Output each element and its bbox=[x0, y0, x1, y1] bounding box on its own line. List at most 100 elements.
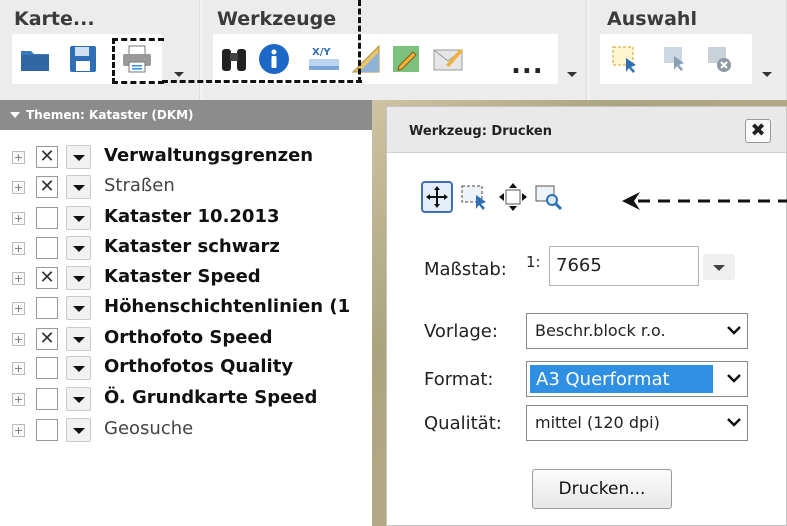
pan-arrows-icon[interactable] bbox=[497, 181, 529, 213]
group-title-auswahl: Auswahl bbox=[607, 8, 697, 30]
binoculars-icon[interactable] bbox=[217, 42, 251, 76]
werkzeuge-dropdown-caret[interactable] bbox=[567, 72, 577, 77]
layer-checkbox[interactable]: ✕ bbox=[36, 267, 58, 289]
layer-menu-button[interactable] bbox=[66, 236, 91, 260]
layer-row: + ✕ Kataster Speed bbox=[0, 263, 372, 293]
layer-checkbox[interactable]: ✕ bbox=[36, 328, 58, 350]
expand-icon[interactable]: + bbox=[12, 424, 25, 437]
layer-label: Kataster 10.2013 bbox=[104, 206, 280, 227]
template-select[interactable]: Beschr.block r.o. bbox=[526, 313, 748, 349]
more-tools-button[interactable]: ... bbox=[511, 50, 544, 80]
dialog-title: Werkzeug: Drucken bbox=[409, 124, 552, 139]
layer-label: Kataster schwarz bbox=[104, 236, 280, 257]
expand-icon[interactable]: + bbox=[12, 242, 25, 255]
expand-icon[interactable]: + bbox=[12, 302, 25, 315]
template-select-value: Beschr.block r.o. bbox=[535, 321, 666, 340]
edit-icon[interactable] bbox=[389, 42, 423, 76]
scale-dropdown-button[interactable] bbox=[703, 254, 735, 280]
coordinates-icon[interactable]: X/Y bbox=[307, 42, 341, 76]
dialog-header[interactable]: Werkzeug: Drucken ✖ bbox=[387, 107, 786, 153]
expand-icon[interactable]: + bbox=[12, 393, 25, 406]
select-rectangle-icon[interactable] bbox=[608, 42, 642, 76]
layer-checkbox[interactable] bbox=[36, 419, 58, 441]
layer-menu-button[interactable] bbox=[66, 418, 91, 442]
annotation-dashed-vertical bbox=[358, 0, 361, 83]
toolbar-group-werkzeuge: Werkzeuge X/Y ... bbox=[203, 0, 587, 100]
expand-icon[interactable]: + bbox=[12, 333, 25, 346]
layer-checkbox[interactable] bbox=[36, 297, 58, 319]
clear-selection-icon[interactable] bbox=[702, 42, 736, 76]
layer-menu-button[interactable] bbox=[66, 356, 91, 380]
layer-label: Höhenschichtenlinien (1 bbox=[104, 296, 351, 317]
layer-menu-button[interactable] bbox=[66, 387, 91, 411]
layer-checkbox[interactable] bbox=[36, 207, 58, 229]
group-title-karte: Karte... bbox=[14, 8, 95, 30]
themes-panel-title: Themen: Kataster (DKM) bbox=[26, 108, 194, 122]
karte-dropdown-caret[interactable] bbox=[174, 72, 184, 77]
layer-row: + Geosuche bbox=[0, 415, 372, 445]
zoom-rectangle-icon[interactable] bbox=[533, 181, 565, 213]
layer-list: + ✕ Verwaltungsgrenzen + ✕ Straßen + Kat… bbox=[0, 130, 372, 526]
layer-label: Kataster Speed bbox=[104, 266, 261, 287]
format-label: Format: bbox=[424, 369, 494, 390]
layer-checkbox[interactable] bbox=[36, 237, 58, 259]
scale-input[interactable]: 7665 bbox=[549, 246, 699, 286]
layer-row: + Kataster 10.2013 bbox=[0, 203, 372, 233]
layer-checkbox[interactable]: ✕ bbox=[36, 176, 58, 198]
scale-label: Maßstab: bbox=[424, 259, 507, 280]
layer-menu-button[interactable] bbox=[66, 145, 91, 169]
layer-menu-button[interactable] bbox=[66, 327, 91, 351]
close-button[interactable]: ✖ bbox=[745, 119, 771, 143]
expand-icon[interactable]: + bbox=[12, 181, 25, 194]
template-label: Vorlage: bbox=[424, 321, 498, 342]
group-title-werkzeuge: Werkzeuge bbox=[217, 8, 337, 30]
folder-icon[interactable] bbox=[18, 42, 52, 76]
scale-prefix: 1: bbox=[526, 253, 541, 271]
save-icon[interactable] bbox=[66, 42, 100, 76]
layer-menu-button[interactable] bbox=[66, 206, 91, 230]
expand-icon[interactable]: + bbox=[12, 151, 25, 164]
print-tool-dialog: Werkzeug: Drucken ✖ Maßstab: 1: 7665 Vor… bbox=[386, 106, 787, 526]
layer-checkbox[interactable] bbox=[36, 388, 58, 410]
format-select[interactable]: A3 Querformat bbox=[526, 361, 748, 397]
chevron-down-icon bbox=[727, 418, 741, 427]
toolbar-group-karte: Karte... bbox=[0, 0, 200, 100]
ruler-icon[interactable] bbox=[349, 42, 383, 76]
layer-menu-button[interactable] bbox=[66, 175, 91, 199]
quality-select-value: mittel (120 dpi) bbox=[535, 413, 660, 432]
quality-select[interactable]: mittel (120 dpi) bbox=[526, 405, 748, 441]
annotation-dashed-printer bbox=[112, 38, 164, 84]
layer-row: + Ö. Grundkarte Speed bbox=[0, 384, 372, 414]
main-toolbar: Karte... Werkzeuge X/Y ... Auswahl bbox=[0, 0, 787, 100]
envelope-icon[interactable] bbox=[431, 42, 465, 76]
layer-checkbox[interactable]: ✕ bbox=[36, 146, 58, 168]
info-icon[interactable] bbox=[257, 42, 291, 76]
layer-row: + Kataster schwarz bbox=[0, 233, 372, 263]
layer-label: Geosuche bbox=[104, 418, 194, 439]
select-remove-icon[interactable] bbox=[658, 42, 692, 76]
select-frame-icon[interactable] bbox=[459, 181, 491, 213]
move-icon[interactable] bbox=[421, 181, 453, 213]
layer-menu-button[interactable] bbox=[66, 296, 91, 320]
layer-row: + Orthofotos Quality bbox=[0, 353, 372, 383]
collapse-triangle-icon[interactable] bbox=[10, 112, 20, 118]
print-button[interactable]: Drucken... bbox=[532, 469, 672, 509]
expand-icon[interactable]: + bbox=[12, 212, 25, 225]
svg-text:X/Y: X/Y bbox=[312, 47, 331, 58]
auswahl-dropdown-caret[interactable] bbox=[762, 72, 772, 77]
expand-icon[interactable]: + bbox=[12, 362, 25, 375]
expand-icon[interactable]: + bbox=[12, 272, 25, 285]
layer-label: Straßen bbox=[104, 175, 175, 196]
toolbar-group-auswahl: Auswahl bbox=[590, 0, 787, 100]
layer-label: Ö. Grundkarte Speed bbox=[104, 387, 318, 408]
chevron-down-icon bbox=[727, 326, 741, 335]
layer-row: + ✕ Orthofoto Speed bbox=[0, 324, 372, 354]
layer-menu-button[interactable] bbox=[66, 266, 91, 290]
layer-row: + ✕ Verwaltungsgrenzen bbox=[0, 142, 372, 172]
annotation-arrow-icon bbox=[622, 192, 787, 210]
layer-row: + Höhenschichtenlinien (1 bbox=[0, 293, 372, 323]
layer-row: + ✕ Straßen bbox=[0, 172, 372, 202]
themes-panel-header[interactable]: Themen: Kataster (DKM) bbox=[0, 100, 372, 130]
layer-checkbox[interactable] bbox=[36, 357, 58, 379]
layer-label: Verwaltungsgrenzen bbox=[104, 145, 314, 166]
